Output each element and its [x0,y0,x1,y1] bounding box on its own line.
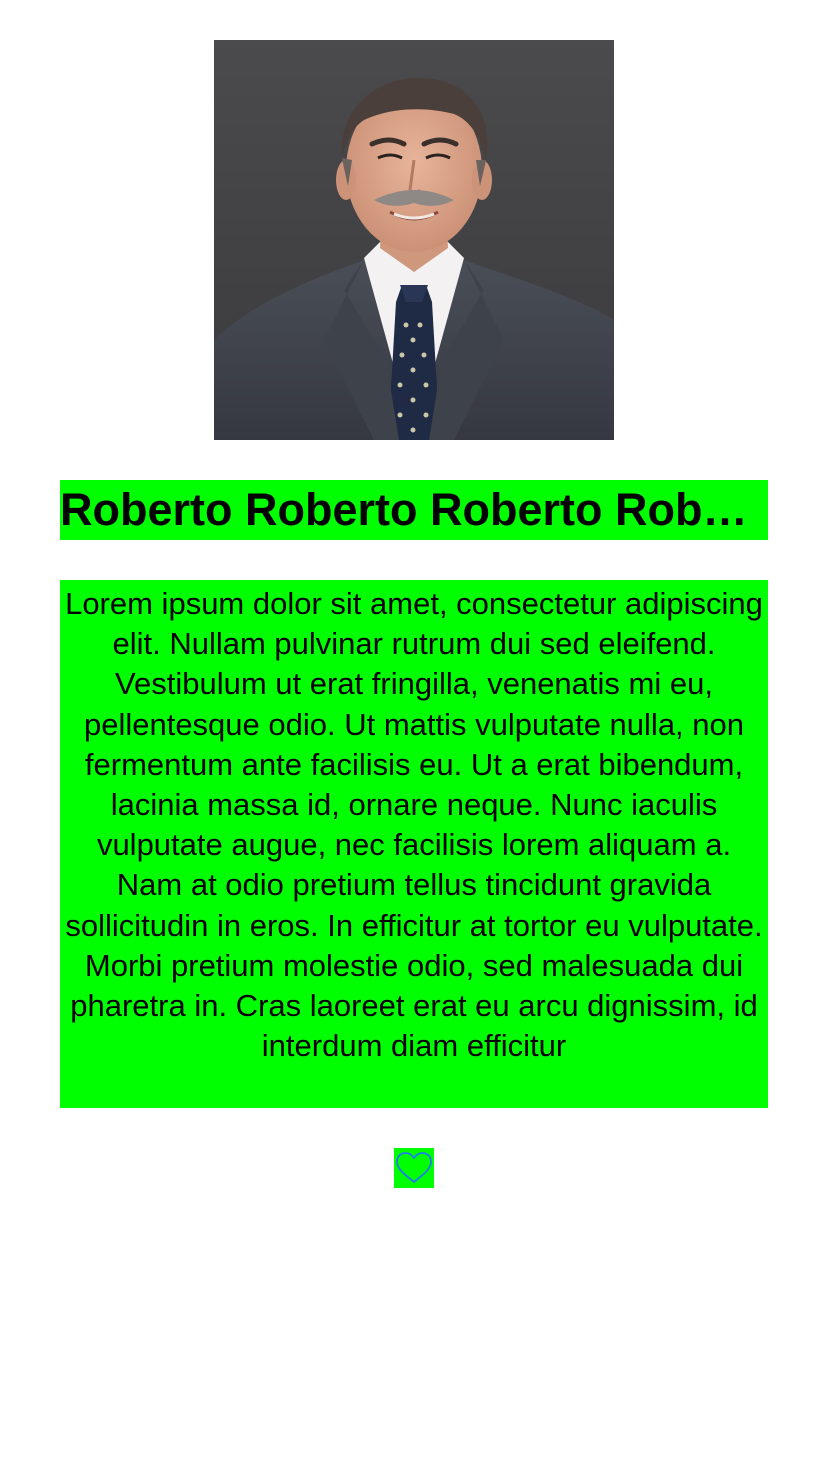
profile-photo [214,40,614,440]
heart-outline-icon [396,1152,432,1183]
profile-name: Roberto Roberto Roberto Roberto Roberto [60,480,768,540]
profile-bio: Lorem ipsum dolor sit amet, consectetur … [60,580,768,1108]
like-button[interactable] [394,1148,434,1188]
portrait-image [214,40,614,440]
